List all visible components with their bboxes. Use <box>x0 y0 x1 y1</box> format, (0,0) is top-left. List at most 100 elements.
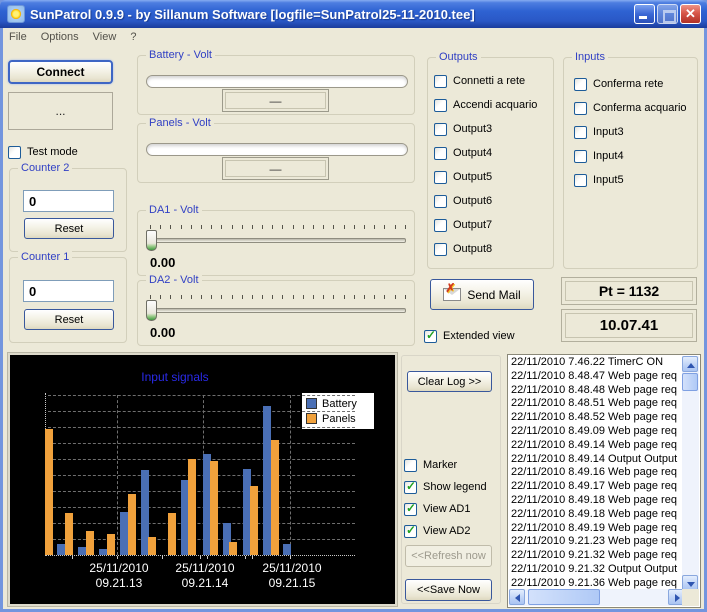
checkbox-label-input5: Input5 <box>593 174 624 186</box>
log-entry[interactable]: 22/11/2010 7.46.22 TimerC ON <box>509 356 683 370</box>
checkbox-accendi-acquario[interactable] <box>434 99 447 112</box>
legend-item-battery: Battery <box>306 396 370 411</box>
refresh-now-button[interactable]: <<Refresh now <box>405 545 492 567</box>
counter1-value-field[interactable]: 0 <box>23 280 114 302</box>
log-entry[interactable]: 22/11/2010 8.49.14 Output Output <box>509 453 683 467</box>
da1-slider-rail[interactable] <box>146 238 406 243</box>
dots-button[interactable]: ... <box>8 92 113 130</box>
log-entry[interactable]: 22/11/2010 8.49.09 Web page req <box>509 425 683 439</box>
checkbox-output3[interactable] <box>434 123 447 136</box>
checkbox-connetti-a-rete[interactable] <box>434 75 447 88</box>
title-bar[interactable]: SunPatrol 0.9.9 - by Sillanum Software [… <box>0 0 707 28</box>
scroll-left-button[interactable] <box>509 589 525 605</box>
horizontal-scrollbar[interactable] <box>509 589 684 606</box>
axis-tick <box>245 556 246 559</box>
panels-value-button[interactable]: — <box>222 157 329 180</box>
checkbox-conferma-acquario[interactable] <box>574 102 587 115</box>
da2-slider-thumb[interactable] <box>146 300 157 321</box>
gridline-horizontal <box>48 395 355 396</box>
panels-volt-title: Panels - Volt <box>146 117 214 129</box>
menu-[interactable]: ? <box>130 31 136 43</box>
clear-log-button[interactable]: Clear Log >> <box>407 371 492 392</box>
battery-value-button[interactable]: — <box>222 89 329 112</box>
scroll-up-button[interactable] <box>682 356 698 372</box>
counter1-title: Counter 1 <box>18 251 72 263</box>
log-entry[interactable]: 22/11/2010 8.49.19 Web page req <box>509 522 683 536</box>
checkbox-view-ad1[interactable] <box>404 503 417 516</box>
close-button[interactable] <box>680 4 701 24</box>
log-entry[interactable]: 22/11/2010 9.21.23 Web page req <box>509 535 683 549</box>
menu-view[interactable]: View <box>93 31 117 43</box>
checkbox-output6[interactable] <box>434 195 447 208</box>
legend-label-panels: Panels <box>322 413 356 425</box>
send-mail-button[interactable]: Send Mail <box>430 279 534 310</box>
clock-value: 10.07.41 <box>565 313 693 338</box>
minimize-button[interactable] <box>634 4 655 24</box>
menu-bar: File Options View? <box>3 28 704 46</box>
gridline-horizontal <box>48 475 355 476</box>
panels-progress-bar <box>146 143 408 156</box>
maximize-button[interactable] <box>657 4 678 24</box>
checkbox-output4[interactable] <box>434 147 447 160</box>
log-entry[interactable]: 22/11/2010 8.49.17 Web page req <box>509 480 683 494</box>
checkbox-output7[interactable] <box>434 219 447 232</box>
counter2-reset-button[interactable]: Reset <box>24 218 114 239</box>
checkbox-label-output4: Output4 <box>453 147 492 159</box>
checkbox-extended-view[interactable] <box>424 330 437 343</box>
da2-slider-rail[interactable] <box>146 308 406 313</box>
legend-swatch-panels <box>306 413 317 424</box>
log-listbox[interactable]: 22/11/2010 7.46.22 TimerC ON22/11/2010 8… <box>507 354 701 608</box>
menu-options[interactable]: Options <box>41 31 79 43</box>
axis-tick <box>290 556 291 559</box>
vertical-scrollbar[interactable] <box>682 356 699 591</box>
bar-battery <box>283 544 291 555</box>
counter2-value-field[interactable]: 0 <box>23 190 114 212</box>
checkbox-conferma-rete[interactable] <box>574 78 587 91</box>
battery-volt-group: Battery - Volt — <box>137 55 415 115</box>
checkbox-input4[interactable] <box>574 150 587 163</box>
bar-battery <box>99 549 107 555</box>
log-entry[interactable]: 22/11/2010 8.49.18 Web page req <box>509 494 683 508</box>
gridline-vertical <box>290 395 291 555</box>
checkbox-input5[interactable] <box>574 174 587 187</box>
log-entry[interactable]: 22/11/2010 8.48.48 Web page req <box>509 384 683 398</box>
checkbox-show-legend[interactable] <box>404 481 417 494</box>
horizontal-scroll-thumb[interactable] <box>528 589 600 605</box>
extended-view-check-row: Extended view <box>424 324 515 348</box>
log-entry[interactable]: 22/11/2010 8.49.14 Web page req <box>509 439 683 453</box>
bar-panels <box>188 459 196 555</box>
vertical-scroll-thumb[interactable] <box>682 373 698 391</box>
checkbox-label-view-ad1: View AD1 <box>423 503 471 515</box>
checkbox-label-input4: Input4 <box>593 150 624 162</box>
log-entry[interactable]: 22/11/2010 9.21.32 Web page req <box>509 549 683 563</box>
checkbox-view-ad2[interactable] <box>404 525 417 538</box>
menu-file[interactable]: File <box>9 31 27 43</box>
battery-progress-bar <box>146 75 408 88</box>
log-entry[interactable]: 22/11/2010 8.49.18 Web page req <box>509 508 683 522</box>
log-entry[interactable]: 22/11/2010 8.48.52 Web page req <box>509 411 683 425</box>
chart-options-checklist: MarkerShow legendView AD1View AD2 <box>404 454 487 542</box>
save-now-button[interactable]: <<Save Now <box>405 579 492 601</box>
checkbox-output5[interactable] <box>434 171 447 184</box>
axis-tick <box>252 556 253 559</box>
checkbox-marker[interactable] <box>404 459 417 472</box>
axis-tick <box>207 556 208 559</box>
checkbox-test-mode[interactable] <box>8 146 21 159</box>
checkbox-input3[interactable] <box>574 126 587 139</box>
da2-value: 0.00 <box>150 325 175 340</box>
axis-tick <box>200 556 201 559</box>
gridline-horizontal <box>48 443 355 444</box>
checkbox-label-output6: Output6 <box>453 195 492 207</box>
gridline-horizontal <box>48 427 355 428</box>
counter1-reset-button[interactable]: Reset <box>24 309 114 330</box>
connect-button[interactable]: Connect <box>8 60 113 84</box>
da1-slider-thumb[interactable] <box>146 230 157 251</box>
log-entry[interactable]: 22/11/2010 8.49.16 Web page req <box>509 466 683 480</box>
bar-battery <box>263 406 271 555</box>
log-entry[interactable]: 22/11/2010 9.21.32 Output Output <box>509 563 683 577</box>
outputs-title: Outputs <box>436 51 481 63</box>
log-entry[interactable]: 22/11/2010 8.48.51 Web page req <box>509 397 683 411</box>
log-entry[interactable]: 22/11/2010 8.48.47 Web page req <box>509 370 683 384</box>
checkbox-output8[interactable] <box>434 243 447 256</box>
da1-volt-title: DA1 - Volt <box>146 204 202 216</box>
